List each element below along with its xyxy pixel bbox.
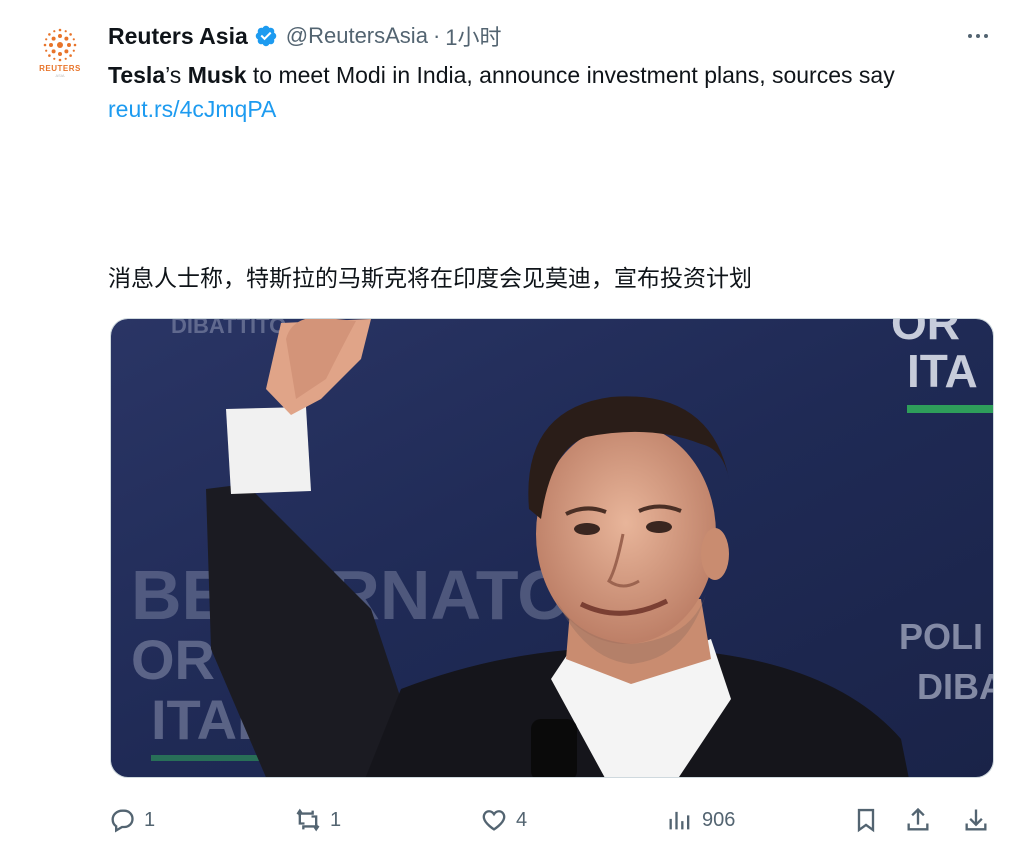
backdrop-text-pol: POLI [899,616,983,657]
views-count: 906 [702,808,736,831]
verified-badge-icon[interactable] [254,24,278,48]
entity-musk: Musk [187,62,247,88]
translated-text: 消息人士称，特斯拉的马斯克将在印度会见莫迪，宣布投资计划 [108,265,752,291]
heart-icon [482,810,506,831]
reply-icon [111,809,134,833]
avatar-subtext: ASIA [55,72,65,78]
share-button[interactable] [904,800,932,840]
tweet-text: Tesla’s Musk to meet Modi in India, anno… [108,58,988,126]
reply-count: 1 [144,808,156,831]
share-icon [907,807,929,831]
tweet-photo[interactable]: DIBATTITO BENARNATO OR GLIO ITAL OR ITA … [110,318,994,778]
analytics-icon [669,811,690,830]
reuters-logo-icon [43,28,77,61]
tweet-header: Reuters Asia @ReutersAsia · 1小时 [108,20,502,52]
backdrop-text-right-2: ITA [907,345,978,397]
download-icon [965,809,987,831]
user-handle[interactable]: @ReutersAsia [286,23,428,49]
download-button[interactable] [962,800,990,840]
views-button[interactable]: 906 [666,800,735,840]
bookmark-button[interactable] [852,800,880,840]
backdrop-text-top: DIBATTITO [171,319,286,338]
bookmark-icon [857,808,875,833]
retweet-button[interactable]: 1 [294,800,341,840]
reply-button[interactable]: 1 [108,800,155,840]
more-options-icon[interactable] [960,22,996,50]
retweet-count: 1 [330,808,342,831]
entity-tesla: Tesla [108,62,166,88]
avatar-wordmark: REUTERS [39,63,81,73]
timestamp[interactable]: 1小时 [445,20,501,52]
action-bar: 1 1 4 906 [108,800,998,840]
photo-illustration: DIBATTITO BENARNATO OR GLIO ITAL OR ITA … [111,319,994,777]
separator-dot: · [432,23,441,48]
text-segment: ’s [165,62,188,88]
text-segment: to meet Modi in India, announce investme… [246,62,895,88]
like-count: 4 [516,808,528,831]
avatar[interactable]: REUTERS ASIA [30,22,90,82]
like-button[interactable]: 4 [480,800,527,840]
article-link[interactable]: reut.rs/4cJmqPA [108,96,276,122]
tweet[interactable]: REUTERS ASIA Reuters Asia @ReutersAsia ·… [0,0,1024,854]
backdrop-text-dib: DIBA [917,666,994,707]
display-name[interactable]: Reuters Asia [108,23,248,50]
retweet-icon [296,808,320,832]
